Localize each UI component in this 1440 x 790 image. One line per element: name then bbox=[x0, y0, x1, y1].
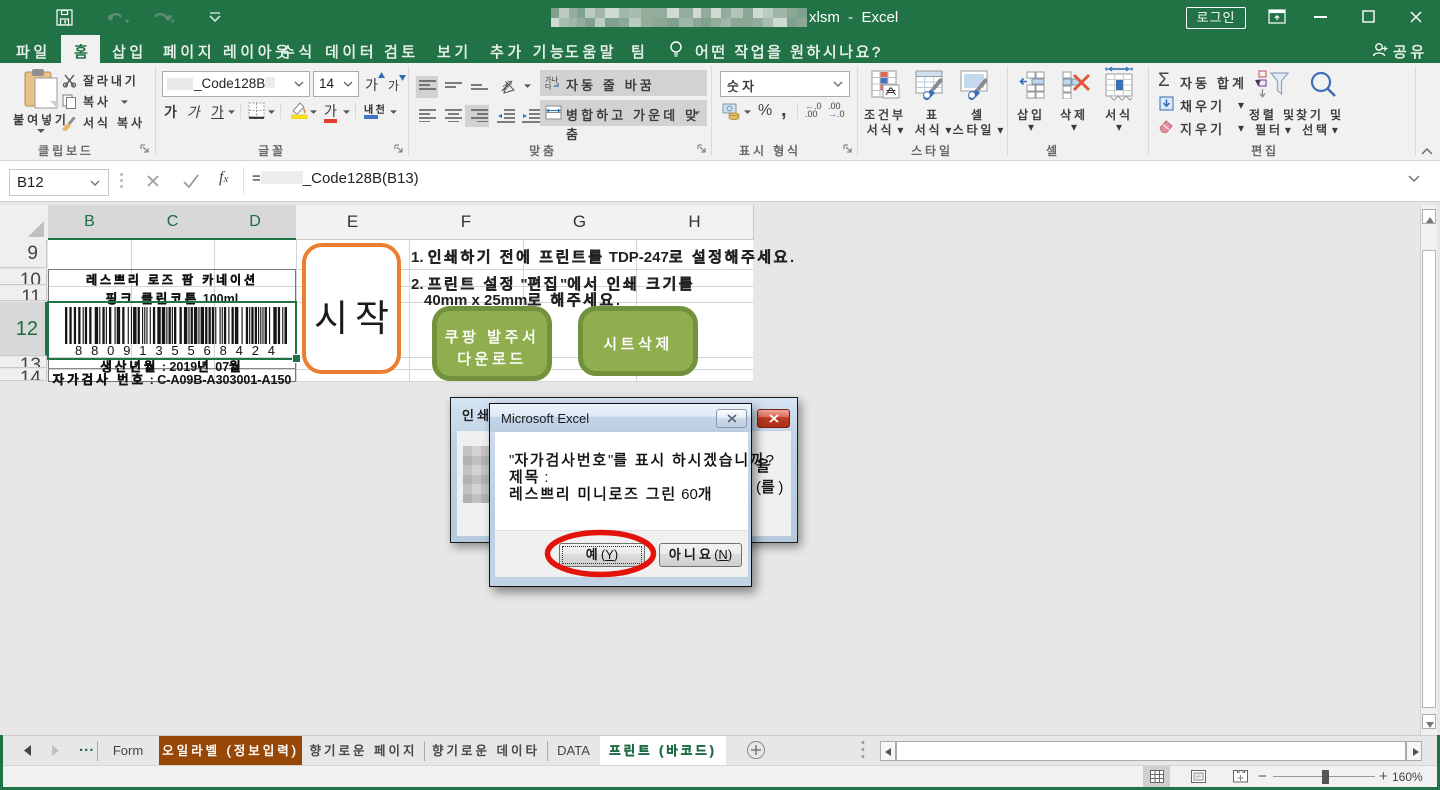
svg-text:ab: ab bbox=[500, 78, 514, 92]
svg-text:가나: 가나 bbox=[545, 75, 558, 84]
svg-text:다: 다 bbox=[545, 82, 552, 91]
